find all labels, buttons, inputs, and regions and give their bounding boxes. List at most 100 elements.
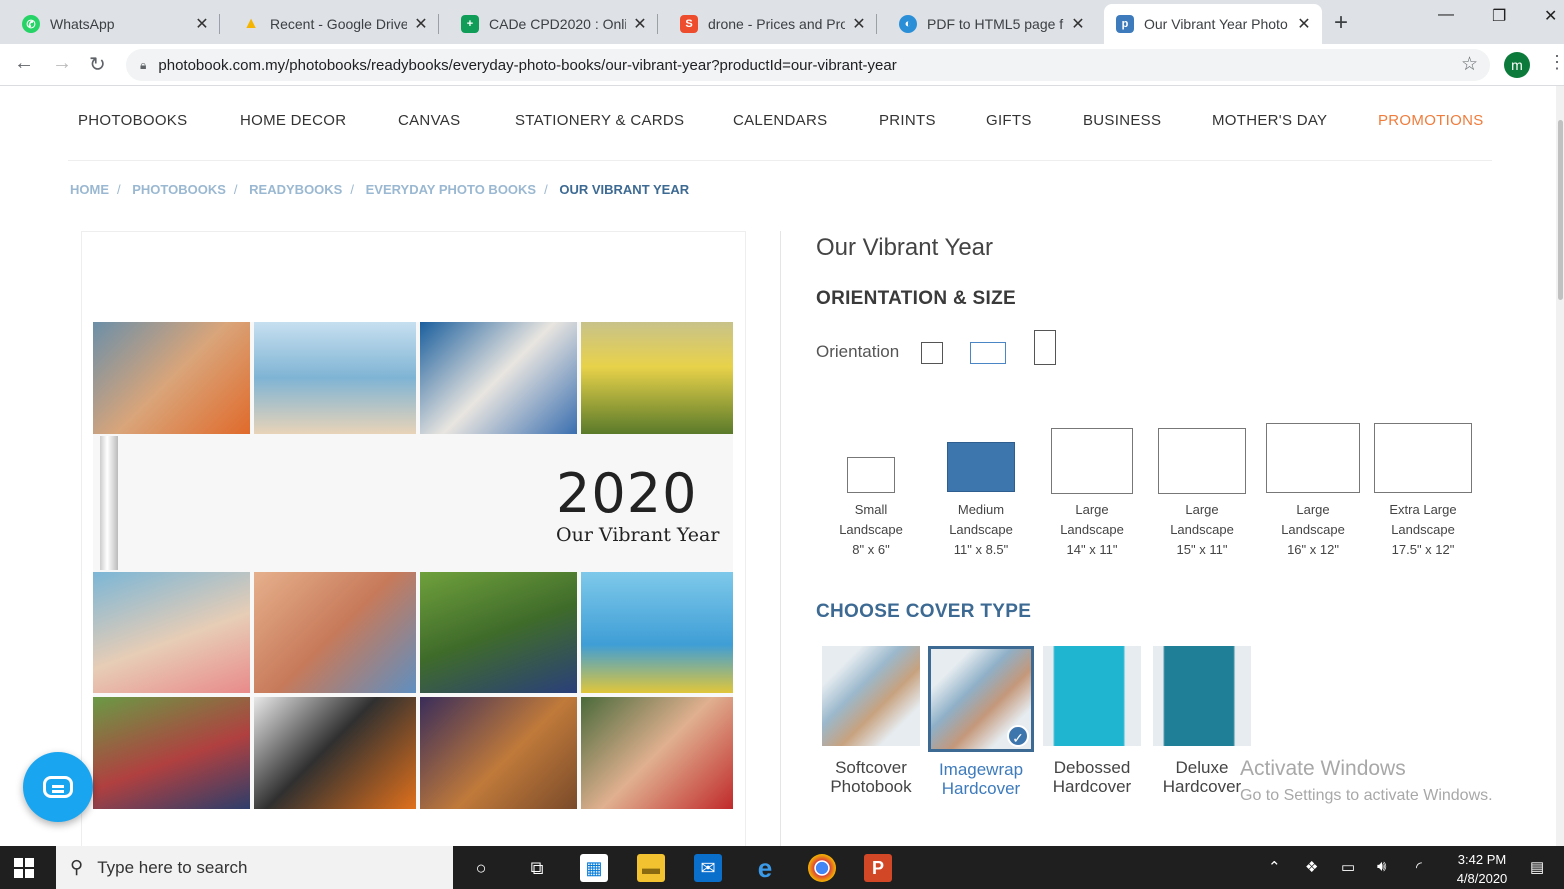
address-bar[interactable]: 🔒︎ photobook.com.my/photobooks/readybook…: [126, 49, 1490, 81]
breadcrumb-readybooks[interactable]: READYBOOKS: [249, 182, 342, 197]
cover-type-line1: Imagewrap: [938, 760, 1024, 779]
whatsapp-icon: ✆: [22, 15, 40, 33]
task-view-icon[interactable]: ⧉: [523, 854, 551, 882]
close-icon[interactable]: ✕: [1296, 14, 1312, 34]
nav-home-decor[interactable]: HOME DECOR: [240, 112, 346, 129]
file-explorer-icon[interactable]: ▬: [637, 854, 665, 882]
breadcrumb-home[interactable]: HOME: [70, 182, 109, 197]
size-large-16x12[interactable]: Large Landscape 16" x 12": [1258, 420, 1368, 557]
mail-icon[interactable]: ✉: [694, 854, 722, 882]
back-icon[interactable]: ←: [14, 52, 34, 75]
notification-icon[interactable]: ▤: [1530, 858, 1544, 876]
orientation-portrait[interactable]: [1034, 330, 1056, 365]
size-dims: 8" x 6": [852, 542, 890, 557]
tab-title: drone - Prices and Prom: [708, 16, 845, 32]
size-large-14x11[interactable]: Large Landscape 14" x 11": [1037, 420, 1147, 557]
forward-icon[interactable]: →: [52, 52, 72, 75]
volume-icon[interactable]: 🔊︎: [1377, 858, 1386, 875]
profile-avatar[interactable]: m: [1504, 52, 1530, 78]
scrollbar-thumb[interactable]: [1558, 120, 1563, 300]
tab-whatsapp[interactable]: ✆ WhatsApp ✕: [0, 4, 220, 44]
cover-type-line1: Softcover: [835, 758, 907, 777]
orientation-square[interactable]: [921, 342, 943, 364]
tab-pdf-flip[interactable]: ◐ PDF to HTML5 page flip ✕: [877, 4, 1096, 44]
nav-business[interactable]: BUSINESS: [1083, 112, 1161, 129]
tab-title: WhatsApp: [50, 16, 115, 32]
size-name: Medium: [957, 502, 1005, 517]
cover-thumbnail: ✓: [928, 646, 1034, 752]
minimize-icon[interactable]: —: [1438, 6, 1454, 24]
wifi-icon[interactable]: ◜: [1416, 858, 1422, 876]
breadcrumb-photobooks[interactable]: PHOTOBOOKS: [132, 182, 226, 197]
size-name: Small: [854, 502, 888, 517]
menu-icon[interactable]: ⋮: [1548, 52, 1564, 73]
photobook-cover-image[interactable]: [93, 322, 733, 809]
column-divider: [780, 231, 781, 851]
size-medium-landscape[interactable]: Medium Landscape 11" x 8.5": [926, 420, 1036, 557]
size-shape: Landscape: [1281, 522, 1345, 537]
size-dims: 17.5" x 12": [1391, 542, 1455, 557]
size-large-15x11[interactable]: Large Landscape 15" x 11": [1147, 420, 1257, 557]
tab-drone[interactable]: S drone - Prices and Prom ✕: [658, 4, 877, 44]
cover-photo: [254, 572, 416, 693]
size-small-landscape[interactable]: Small Landscape 8" x 6": [816, 420, 926, 557]
tab-our-vibrant-year[interactable]: p Our Vibrant Year Photo ✕: [1104, 4, 1322, 44]
size-shape: Landscape: [839, 522, 903, 537]
edge-icon[interactable]: e: [751, 853, 779, 883]
chat-button[interactable]: [23, 752, 93, 822]
show-hidden-icons[interactable]: ⌃: [1268, 858, 1281, 876]
powerpoint-icon[interactable]: P: [864, 854, 892, 882]
close-icon[interactable]: ✕: [632, 14, 648, 34]
cover-type-line2: Hardcover: [1052, 777, 1132, 796]
cover-year: 2020: [556, 462, 698, 525]
cover-imagewrap[interactable]: ✓ Imagewrap Hardcover: [926, 646, 1036, 798]
cover-photo: [420, 322, 577, 434]
nav-stationery-cards[interactable]: STATIONERY & CARDS: [515, 112, 684, 129]
chrome-icon[interactable]: [808, 854, 836, 882]
close-icon[interactable]: ✕: [1070, 14, 1086, 34]
tab-title: Our Vibrant Year Photo: [1144, 16, 1288, 32]
checkmark-icon: ✓: [1007, 725, 1029, 747]
close-icon[interactable]: ✕: [194, 14, 210, 34]
close-window-icon[interactable]: ✕: [1544, 6, 1557, 26]
taskbar-clock[interactable]: 3:42 PM 4/8/2020: [1452, 850, 1512, 888]
battery-icon[interactable]: ▭: [1341, 858, 1355, 876]
cover-softcover[interactable]: Softcover Photobook: [816, 646, 926, 796]
dropbox-icon[interactable]: ❖: [1305, 858, 1318, 876]
nav-photobooks[interactable]: PHOTOBOOKS: [78, 112, 187, 129]
clock-date: 4/8/2020: [1456, 871, 1508, 886]
orientation-landscape[interactable]: [970, 342, 1006, 364]
cover-type-line1: Debossed: [1053, 758, 1131, 777]
size-dims: 16" x 12": [1287, 542, 1339, 557]
cover-debossed[interactable]: Debossed Hardcover: [1037, 646, 1147, 796]
size-dims: 15" x 11": [1176, 542, 1228, 557]
cortana-icon[interactable]: ○: [467, 854, 495, 882]
tab-google-drive[interactable]: ▲ Recent - Google Drive ✕: [220, 4, 439, 44]
nav-mothers-day[interactable]: MOTHER'S DAY: [1212, 112, 1327, 129]
taskbar-search[interactable]: ⚲ Type here to search: [56, 846, 453, 889]
restore-icon[interactable]: ❐: [1492, 6, 1506, 26]
size-extra-large-landscape[interactable]: Extra Large Landscape 17.5" x 12": [1368, 420, 1478, 557]
bookmark-star-icon[interactable]: ☆: [1461, 53, 1478, 76]
reload-icon[interactable]: ↻: [89, 52, 106, 77]
new-tab-icon[interactable]: +: [1334, 9, 1348, 37]
product-title: Our Vibrant Year: [816, 234, 994, 261]
tab-title: Recent - Google Drive: [270, 16, 407, 32]
close-icon[interactable]: ✕: [413, 14, 429, 34]
tab-cade-cpd[interactable]: + CADe CPD2020 : Online ✕: [439, 4, 658, 44]
cover-subtitle: Our Vibrant Year: [556, 524, 720, 546]
windows-taskbar: ⚲ Type here to search ○ ⧉ ▦ ▬ ✉ e P ⌃ ❖ …: [0, 846, 1564, 889]
nav-promotions[interactable]: PROMOTIONS: [1378, 112, 1484, 129]
size-dims: 11" x 8.5": [953, 542, 1009, 557]
breadcrumb-current: OUR VIBRANT YEAR: [559, 182, 690, 197]
cover-thumbnail: [1043, 646, 1141, 746]
store-icon[interactable]: ▦: [580, 854, 608, 882]
site-nav: PHOTOBOOKS HOME DECOR CANVAS STATIONERY …: [0, 104, 1564, 144]
nav-gifts[interactable]: GIFTS: [986, 112, 1032, 129]
close-icon[interactable]: ✕: [851, 14, 867, 34]
nav-canvas[interactable]: CANVAS: [398, 112, 460, 129]
windows-start-icon[interactable]: [14, 858, 34, 878]
breadcrumb-everyday[interactable]: EVERYDAY PHOTO BOOKS: [366, 182, 537, 197]
nav-calendars[interactable]: CALENDARS: [733, 112, 827, 129]
nav-prints[interactable]: PRINTS: [879, 112, 936, 129]
